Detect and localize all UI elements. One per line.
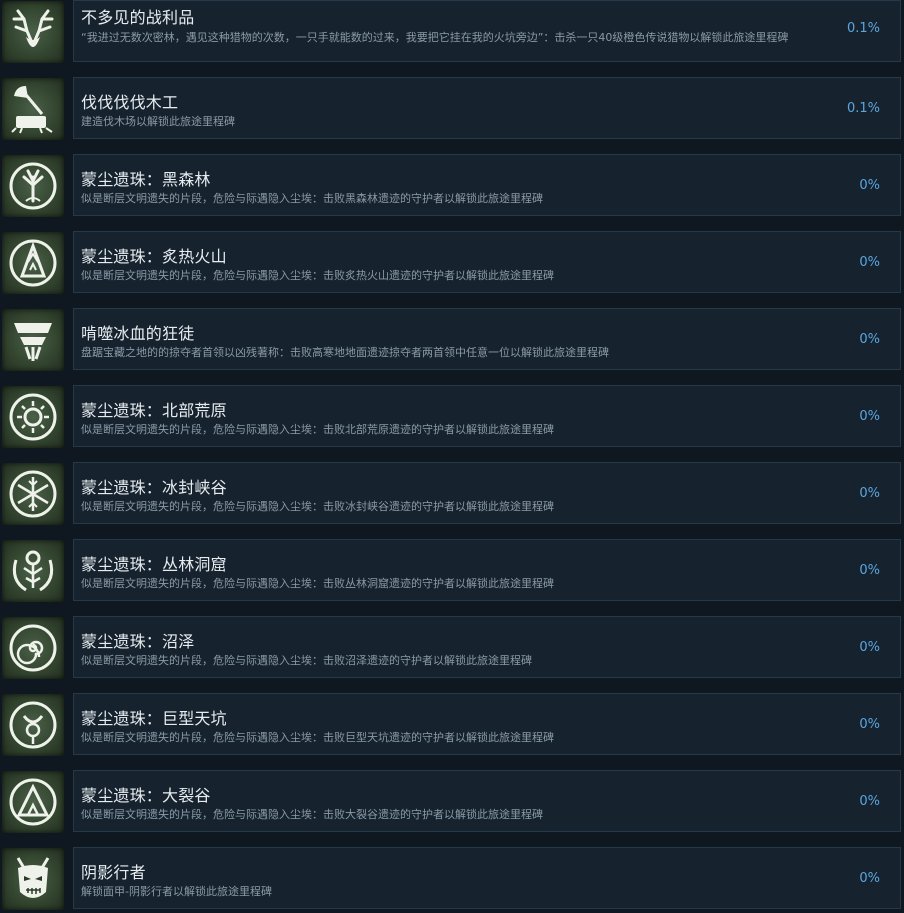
- achievement-panel: 蒙尘遗珠：冰封峡谷似是断层文明遗失的片段，危险与际遇隐入尘埃：击败冰封峡谷遗迹的…: [73, 462, 901, 524]
- achievement-title: 阴影行者: [81, 863, 146, 882]
- achievement-description: 似是断层文明遗失的片段，危险与际遇隐入尘埃：击败冰封峡谷遗迹的守护者以解锁此旅途…: [81, 500, 554, 513]
- unlock-percentage: 0%: [859, 717, 880, 732]
- achievement-description: 似是断层文明遗失的片段，危险与际遇隐入尘埃：击败大裂谷遗迹的守护者以解锁此旅途里…: [81, 808, 543, 821]
- achievement-description: “我进过无数次密林，遇见这种猎物的次数，一只手就能数的过来，我要把它挂在我的火坑…: [81, 31, 789, 44]
- achievement-title: 蒙尘遗珠：沼泽: [81, 632, 195, 651]
- achievement-title: 伐伐伐伐木工: [81, 93, 179, 112]
- snowflake-emblem-icon: [2, 463, 64, 525]
- achievement-description: 似是断层文明遗失的片段，危险与际遇隐入尘埃：击败丛林洞窟遗迹的守护者以解锁此旅途…: [81, 577, 554, 590]
- achievement-row[interactable]: 蒙尘遗珠：北部荒原似是断层文明遗失的片段，危险与际遇隐入尘埃：击败北部荒原遗迹的…: [0, 385, 904, 451]
- unlock-percentage: 0%: [859, 871, 880, 886]
- achievement-panel: 蒙尘遗珠：巨型天坑似是断层文明遗失的片段，危险与际遇隐入尘埃：击败巨型天坑遗迹的…: [73, 693, 901, 755]
- triangle-emblem-icon: [2, 771, 64, 833]
- tree-emblem-icon: [2, 155, 64, 217]
- mask-emblem-icon: [2, 309, 64, 371]
- achievement-title: 蒙尘遗珠：北部荒原: [81, 401, 227, 420]
- achievement-description: 似是断层文明遗失的片段，危险与际遇隐入尘埃：击败黑森林遗迹的守护者以解锁此旅途里…: [81, 192, 543, 205]
- achievement-panel: 蒙尘遗珠：丛林洞窟似是断层文明遗失的片段，危险与际遇隐入尘埃：击败丛林洞窟遗迹的…: [73, 539, 901, 601]
- achievement-row[interactable]: 蒙尘遗珠：冰封峡谷似是断层文明遗失的片段，危险与际遇隐入尘埃：击败冰封峡谷遗迹的…: [0, 462, 904, 528]
- unlock-percentage: 0%: [859, 563, 880, 578]
- achievement-panel: 伐伐伐伐木工建造伐木场以解锁此旅途里程碑 0.1%: [73, 77, 901, 139]
- achievement-description: 似是断层文明遗失的片段，危险与际遇隐入尘埃：击败沼泽遗迹的守护者以解锁此旅途里程…: [81, 654, 532, 667]
- unlock-percentage: 0%: [859, 178, 880, 193]
- achievement-title: 不多见的战利品: [81, 8, 195, 27]
- achievement-panel: 蒙尘遗珠：沼泽似是断层文明遗失的片段，危险与际遇隐入尘埃：击败沼泽遗迹的守护者以…: [73, 616, 901, 678]
- unlock-percentage: 0%: [859, 794, 880, 809]
- unlock-percentage: 0.1%: [846, 101, 880, 116]
- achievement-panel: 阴影行者解锁面甲-阴影行者以解锁此旅途里程碑 0%: [73, 847, 901, 909]
- axe-stump-icon: [2, 78, 64, 140]
- vine-emblem-icon: [2, 540, 64, 602]
- achievement-row[interactable]: 蒙尘遗珠：黑森林似是断层文明遗失的片段，危险与际遇隐入尘埃：击败黑森林遗迹的守护…: [0, 154, 904, 220]
- achievement-row[interactable]: 蒙尘遗珠：丛林洞窟似是断层文明遗失的片段，危险与际遇隐入尘埃：击败丛林洞窟遗迹的…: [0, 539, 904, 605]
- achievement-panel: 不多见的战利品 “我进过无数次密林，遇见这种猎物的次数，一只手就能数的过来，我要把…: [73, 0, 901, 62]
- achievement-panel: 蒙尘遗珠：北部荒原似是断层文明遗失的片段，危险与际遇隐入尘埃：击败北部荒原遗迹的…: [73, 385, 901, 447]
- moon-emblem-icon: [2, 694, 64, 756]
- unlock-percentage: 0%: [859, 332, 880, 347]
- achievement-title: 啃噬冰血的狂徒: [81, 324, 195, 343]
- achievement-description: 建造伐木场以解锁此旅途里程碑: [81, 115, 235, 128]
- achievement-row[interactable]: 蒙尘遗珠：沼泽似是断层文明遗失的片段，危险与际遇隐入尘埃：击败沼泽遗迹的守护者以…: [0, 616, 904, 682]
- antler-skull-icon: [2, 1, 64, 63]
- achievement-panel: 蒙尘遗珠：黑森林似是断层文明遗失的片段，危险与际遇隐入尘埃：击败黑森林遗迹的守护…: [73, 154, 901, 216]
- spiral-emblem-icon: [2, 617, 64, 679]
- unlock-percentage: 0.1%: [846, 21, 880, 36]
- achievement-title: 蒙尘遗珠：巨型天坑: [81, 709, 227, 728]
- achievement-row[interactable]: 伐伐伐伐木工建造伐木场以解锁此旅途里程碑 0.1%: [0, 77, 904, 143]
- achievement-description: 盘踞宝藏之地的的掠夺者首领以凶残著称：击败高寒地地面遗迹掠夺者两首领中任意一位以…: [81, 346, 609, 359]
- achievement-title: 蒙尘遗珠：炙热火山: [81, 247, 227, 266]
- demon-mask-icon: [2, 848, 64, 910]
- achievement-title: 蒙尘遗珠：冰封峡谷: [81, 478, 227, 497]
- achievement-row[interactable]: 蒙尘遗珠：巨型天坑似是断层文明遗失的片段，危险与际遇隐入尘埃：击败巨型天坑遗迹的…: [0, 693, 904, 759]
- unlock-percentage: 0%: [859, 640, 880, 655]
- achievement-title: 蒙尘遗珠：黑森林: [81, 170, 211, 189]
- achievement-description: 似是断层文明遗失的片段，危险与际遇隐入尘埃：击败炙热火山遗迹的守护者以解锁此旅途…: [81, 269, 554, 282]
- achievement-panel: 啃噬冰血的狂徒盘踞宝藏之地的的掠夺者首领以凶残著称：击败高寒地地面遗迹掠夺者两首…: [73, 308, 901, 370]
- achievement-description: 似是断层文明遗失的片段，危险与际遇隐入尘埃：击败北部荒原遗迹的守护者以解锁此旅途…: [81, 423, 554, 436]
- achievement-row[interactable]: 蒙尘遗珠：大裂谷似是断层文明遗失的片段，危险与际遇隐入尘埃：击败大裂谷遗迹的守护…: [0, 770, 904, 836]
- volcano-emblem-icon: [2, 232, 64, 294]
- achievement-title: 蒙尘遗珠：大裂谷: [81, 786, 211, 805]
- sun-emblem-icon: [2, 386, 64, 448]
- achievement-row[interactable]: 不多见的战利品 “我进过无数次密林，遇见这种猎物的次数，一只手就能数的过来，我要把…: [0, 0, 904, 66]
- achievement-row[interactable]: 啃噬冰血的狂徒盘踞宝藏之地的的掠夺者首领以凶残著称：击败高寒地地面遗迹掠夺者两首…: [0, 308, 904, 374]
- achievement-description: 解锁面甲-阴影行者以解锁此旅途里程碑: [81, 885, 272, 898]
- achievement-description: 似是断层文明遗失的片段，危险与际遇隐入尘埃：击败巨型天坑遗迹的守护者以解锁此旅途…: [81, 731, 554, 744]
- achievement-list: 不多见的战利品 “我进过无数次密林，遇见这种猎物的次数，一只手就能数的过来，我要把…: [0, 0, 904, 913]
- achievement-row[interactable]: 蒙尘遗珠：炙热火山似是断层文明遗失的片段，危险与际遇隐入尘埃：击败炙热火山遗迹的…: [0, 231, 904, 297]
- achievement-panel: 蒙尘遗珠：炙热火山似是断层文明遗失的片段，危险与际遇隐入尘埃：击败炙热火山遗迹的…: [73, 231, 901, 293]
- achievement-panel: 蒙尘遗珠：大裂谷似是断层文明遗失的片段，危险与际遇隐入尘埃：击败大裂谷遗迹的守护…: [73, 770, 901, 832]
- unlock-percentage: 0%: [859, 255, 880, 270]
- achievement-title: 蒙尘遗珠：丛林洞窟: [81, 555, 227, 574]
- unlock-percentage: 0%: [859, 409, 880, 424]
- unlock-percentage: 0%: [859, 486, 880, 501]
- achievement-row[interactable]: 阴影行者解锁面甲-阴影行者以解锁此旅途里程碑 0%: [0, 847, 904, 913]
